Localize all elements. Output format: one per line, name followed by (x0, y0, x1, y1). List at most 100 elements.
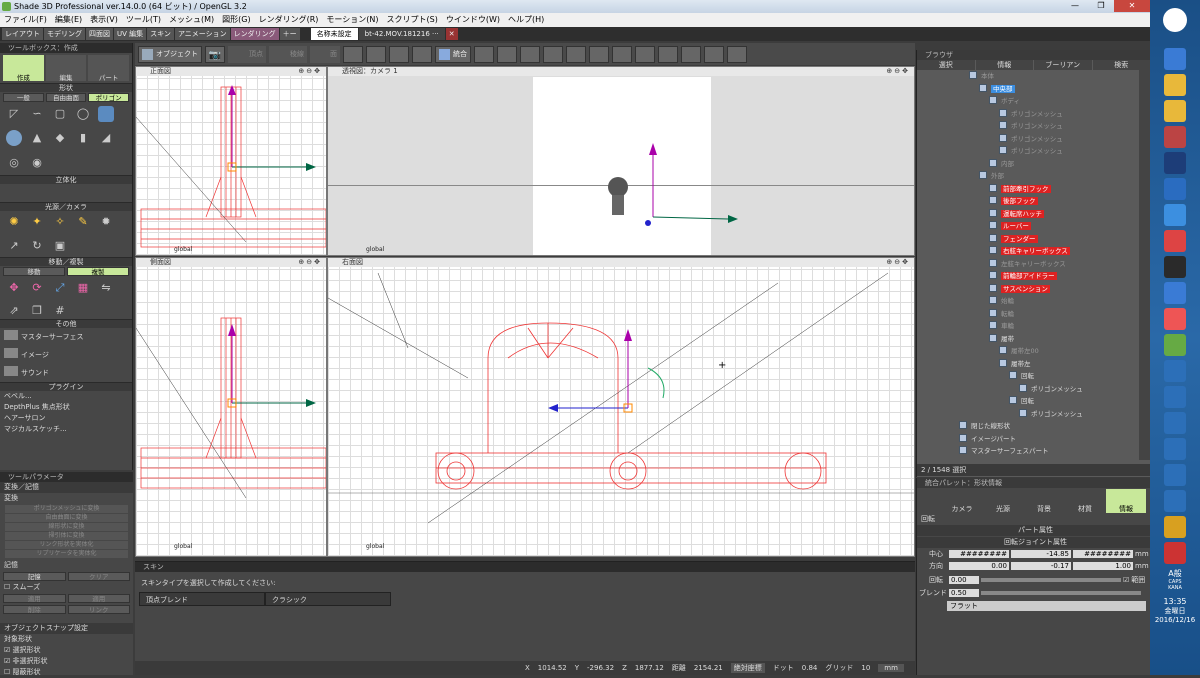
browser-tree-item[interactable]: 右舷キャリーボックス (989, 245, 1070, 257)
menu-render[interactable]: レンダリング(R) (255, 13, 323, 27)
copy-icon[interactable]: ❐ (29, 303, 45, 319)
minimize-button[interactable]: — (1062, 0, 1088, 12)
shape-general-tab[interactable]: 一般 (3, 93, 44, 102)
polygon-plane-icon[interactable]: ◆ (52, 130, 68, 146)
app-icon-14[interactable] (1164, 542, 1186, 564)
grid-view-icon[interactable] (612, 45, 632, 63)
app-icon-3[interactable] (1164, 230, 1186, 252)
edit-mode-button[interactable]: 編集 (45, 55, 87, 82)
browser-tree-item[interactable]: 後部フック (989, 195, 1038, 207)
browser-tree-item[interactable]: 回転 (1009, 395, 1034, 407)
browser-tree-item[interactable]: ボディ (989, 95, 1020, 107)
menu-file[interactable]: ファイル(F) (0, 13, 51, 27)
app-icon-12[interactable] (1164, 490, 1186, 512)
browser-tree-item[interactable]: 運転席ハッチ (989, 208, 1044, 220)
viewport-perspective-nav-icons[interactable]: ⊕⊖✥ (886, 67, 910, 76)
mirror-icon[interactable]: ⇋ (98, 280, 114, 296)
convert-freeform-button[interactable]: 自由曲面に変換 (5, 514, 128, 522)
scale-icon[interactable]: ⤢ (52, 280, 68, 296)
polygon-box-icon[interactable] (98, 106, 114, 122)
browser-tree-item[interactable]: 本体 (969, 70, 994, 82)
app-icon-8[interactable] (1164, 386, 1186, 408)
unit-select[interactable]: mm (878, 664, 904, 672)
menu-view[interactable]: 表示(V) (86, 13, 122, 27)
link-button[interactable]: リンク (67, 605, 130, 614)
direction-y-field[interactable]: -0.17 (1011, 561, 1071, 570)
browser-tree-item[interactable]: 回転 (1009, 370, 1034, 382)
center-z-field[interactable]: ######## (1073, 549, 1133, 558)
grid-icon[interactable] (635, 45, 655, 63)
range-checkbox[interactable]: ☑ (1123, 576, 1129, 584)
app-icon-13[interactable] (1164, 516, 1186, 538)
palette-tab-background[interactable]: 背景 (1024, 489, 1064, 513)
rotate-value-field[interactable]: 0.00 (949, 575, 979, 584)
move-tab[interactable]: 移動 (3, 267, 65, 276)
numeric-icon[interactable] (704, 45, 724, 63)
delete-button[interactable]: 削除 (3, 605, 66, 614)
polygon-tube-icon[interactable]: ◉ (29, 155, 45, 171)
camera-icon[interactable]: 📷 (205, 45, 225, 63)
face-mode-button[interactable]: 面 (310, 45, 340, 63)
polygon-wedge-icon[interactable]: ◢ (98, 130, 114, 146)
direction-x-field[interactable]: 0.00 (949, 561, 1009, 570)
viewport-front[interactable]: 正面図 ⊕⊖✥ global (135, 66, 327, 256)
edge-mode-button[interactable]: 稜線 (269, 45, 307, 63)
polygon-torus-icon[interactable]: ◎ (6, 155, 22, 171)
duplicate-tab[interactable]: 複製 (67, 267, 129, 276)
app-icon-1[interactable] (1164, 178, 1186, 200)
render-sphere-icon[interactable] (727, 45, 747, 63)
close-tab-icon[interactable]: ✕ (445, 28, 458, 40)
folder-icon[interactable] (1164, 100, 1186, 122)
convert-sweep-button[interactable]: 掃引体に変換 (5, 532, 128, 540)
menu-motion[interactable]: モーション(N) (322, 13, 382, 27)
browser-tree-item[interactable]: 前輪部アイドラー (989, 270, 1057, 282)
area-light-icon[interactable]: ✹ (98, 214, 114, 230)
browser-tab-boolean[interactable]: ブーリアン (1034, 60, 1092, 70)
xz-plane-icon[interactable] (589, 45, 609, 63)
browser-tree-item[interactable]: 車輪 (989, 320, 1014, 332)
app-icon-7[interactable] (1164, 360, 1186, 382)
browser-tree-item[interactable]: ルーバー (989, 220, 1031, 232)
snap-unselected-checkbox[interactable]: ☑ 非選択形状 (0, 656, 133, 667)
crosshair-icon[interactable] (520, 45, 540, 63)
browser-tree-item[interactable]: イメージパート (959, 433, 1016, 445)
smooth-checkbox[interactable]: ☐ スムーズ (0, 582, 133, 593)
spot-light-icon[interactable]: ✦ (29, 214, 45, 230)
app-icon-4[interactable] (1164, 256, 1186, 278)
close-button[interactable]: ✕ (1114, 0, 1150, 12)
snap-selected-checkbox[interactable]: ☑ 選択形状 (0, 645, 133, 656)
light-rotate-icon[interactable]: ↻ (29, 238, 45, 254)
browser-tree-item[interactable]: ポリゴンメッシュ (999, 108, 1063, 120)
chrome-icon[interactable] (1164, 74, 1186, 96)
menu-script[interactable]: スクリプト(S) (383, 13, 442, 27)
app-icon-2[interactable] (1164, 204, 1186, 226)
shape-polygon-tab[interactable]: ポリゴン (88, 93, 130, 102)
image-item[interactable]: イメージ (0, 346, 132, 364)
browser-tree-item[interactable]: マスターサーフェスパート (959, 445, 1048, 457)
browser-tree-item[interactable]: 中央部 (979, 83, 1015, 95)
ime-indicator[interactable]: A般 (1150, 568, 1200, 579)
convert-polygon-button[interactable]: ポリゴンメッシュに変換 (5, 505, 128, 513)
shape-freeform-tab[interactable]: 自由曲面 (45, 93, 87, 102)
polygon-cylinder-icon[interactable]: ▮ (75, 130, 91, 146)
menu-shape[interactable]: 図形(G) (218, 13, 254, 27)
snap-hidden-checkbox[interactable]: ☐ 隠蔽形状 (0, 667, 133, 678)
palette-tab-info[interactable]: 情報 (1106, 489, 1146, 513)
illustrator-icon[interactable] (1164, 126, 1186, 148)
browser-tree-item[interactable]: ポリゴンメッシュ (999, 120, 1063, 132)
convert-line-button[interactable]: 線形状に変換 (5, 523, 128, 531)
photoshop-icon[interactable] (1164, 152, 1186, 174)
center-x-field[interactable]: ######## (949, 549, 1009, 558)
browser-tree-item[interactable]: 内部 (989, 158, 1014, 170)
doc-tab-untitled[interactable]: 名称未設定 (310, 28, 358, 40)
vertex-mode-button[interactable]: 頂点 (228, 45, 266, 63)
viewport-perspective[interactable]: 透視図：カメラ 1 ⊕⊖✥ global (327, 66, 915, 256)
plugin-hair-salon[interactable]: ヘアーサロン (0, 413, 132, 424)
tab-layout[interactable]: レイアウト (2, 28, 43, 40)
light-path-icon[interactable]: ↗ (6, 238, 22, 254)
polygon-rect-icon[interactable]: ▢ (52, 106, 68, 122)
plugin-bevel[interactable]: ベベル... (0, 391, 132, 402)
center-y-field[interactable]: -14.85 (1011, 549, 1071, 558)
browser-tree-item[interactable]: 始輪 (989, 295, 1014, 307)
browser-tree-item[interactable]: 転輪 (989, 308, 1014, 320)
